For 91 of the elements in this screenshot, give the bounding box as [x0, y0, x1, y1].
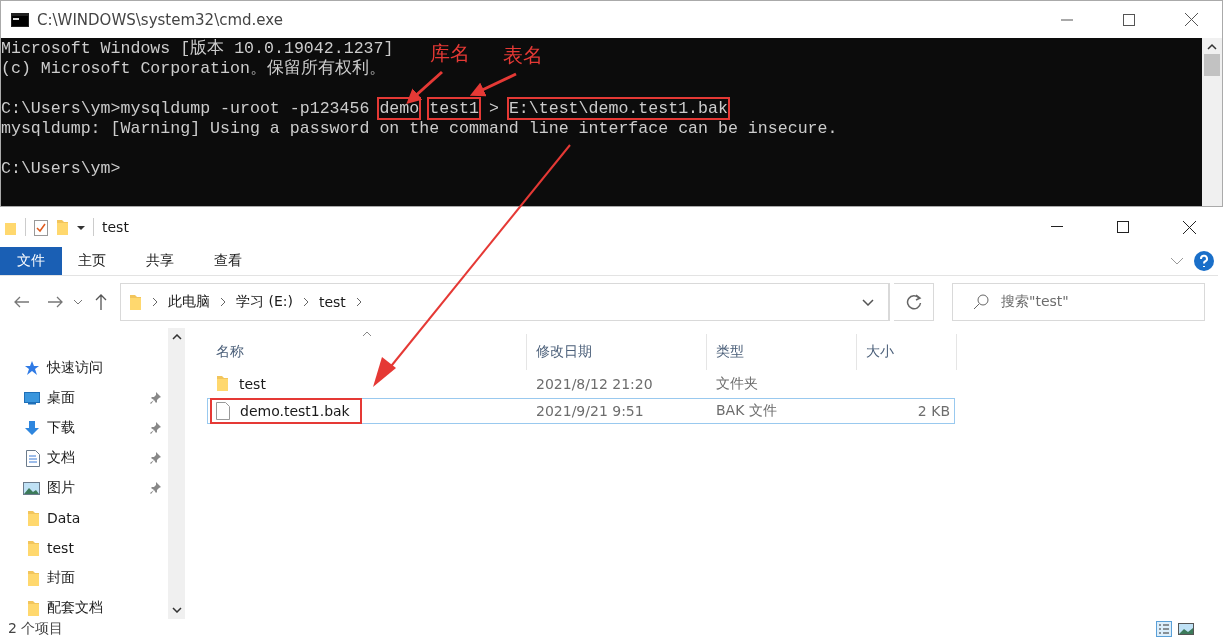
file-type: 文件夹: [716, 375, 758, 391]
console-text: C:\Users\ym>: [1, 159, 121, 178]
chevron-right-icon[interactable]: [355, 297, 362, 307]
folder-icon: [27, 569, 40, 587]
file-date: 2021/8/12 21:20: [536, 376, 653, 392]
file-name: demo.test1.bak: [240, 402, 350, 419]
address-bar[interactable]: 此电脑 学习 (E:) test: [120, 283, 890, 321]
nav-item[interactable]: 桌面: [47, 389, 75, 407]
details-view-icon[interactable]: [1156, 621, 1172, 637]
nav-item[interactable]: 文档: [47, 449, 75, 467]
download-icon: [24, 420, 40, 436]
recent-locations-icon[interactable]: [74, 299, 82, 305]
document-icon: [26, 449, 40, 467]
file-row[interactable]: test 2021/8/12 21:20 文件夹: [207, 371, 955, 397]
status-text: 2 个项目: [8, 620, 64, 638]
ribbon-tab[interactable]: 主页: [62, 247, 122, 275]
window-title: C:\WINDOWS\system32\cmd.exe: [37, 10, 284, 29]
star-icon: [24, 360, 40, 376]
console-text: demo: [379, 99, 420, 118]
sort-icon: [361, 331, 372, 337]
maximize-icon[interactable]: [1117, 221, 1129, 233]
pin-icon[interactable]: [149, 482, 161, 494]
up-icon[interactable]: [95, 294, 107, 310]
console-text: test1: [429, 99, 479, 118]
console-text: E:\test\demo.test1.bak: [508, 99, 728, 118]
scroll-up-icon[interactable]: [1207, 43, 1217, 51]
close-icon[interactable]: [1184, 13, 1198, 26]
console-text: Microsoft Windows [版本 10.0.19042.1237]: [1, 39, 394, 58]
pin-icon[interactable]: [149, 392, 161, 404]
ribbon-tab[interactable]: 查看: [198, 247, 258, 275]
nav-item[interactable]: 图片: [47, 479, 75, 497]
nav-item[interactable]: 下载: [47, 419, 75, 437]
chevron-right-icon[interactable]: [152, 297, 158, 307]
file-type: BAK 文件: [716, 402, 777, 418]
pictures-icon: [23, 481, 40, 495]
file-size: 2 KB: [917, 403, 950, 419]
search-icon: [973, 294, 989, 310]
nav-item[interactable]: Data: [47, 510, 81, 526]
dropdown-icon[interactable]: [862, 298, 874, 306]
file-name: test: [239, 375, 266, 392]
forward-icon[interactable]: [47, 296, 63, 308]
folder-icon: [27, 539, 40, 557]
file-row[interactable]: demo.test1.bak 2021/9/21 9:51 BAK 文件 2 KB: [207, 398, 955, 424]
chevron-right-icon[interactable]: [220, 297, 226, 307]
nav-item[interactable]: 封面: [47, 569, 75, 587]
dropdown-icon[interactable]: [77, 224, 85, 230]
pin-icon[interactable]: [149, 422, 161, 434]
column-header[interactable]: 修改日期: [536, 343, 592, 361]
nav-item[interactable]: test: [47, 540, 74, 556]
close-icon[interactable]: [1182, 220, 1196, 234]
breadcrumb-item[interactable]: test: [318, 294, 346, 310]
pin-icon[interactable]: [149, 452, 161, 464]
expand-ribbon-icon[interactable]: [1170, 257, 1184, 265]
scrollbar[interactable]: [1202, 38, 1222, 206]
file-tab[interactable]: 文件: [0, 247, 62, 275]
console-icon: [11, 12, 29, 27]
nav-item[interactable]: 快速访问: [47, 359, 103, 377]
maximize-icon[interactable]: [1123, 13, 1135, 26]
chevron-right-icon[interactable]: [302, 297, 309, 307]
console-text: C:\Users\ym>mysqldump -uroot -p123456: [1, 99, 370, 118]
console-text: (c) Microsoft Corporation。保留所有权利。: [1, 59, 386, 78]
folder-icon: [216, 375, 229, 392]
file-icon: [216, 401, 230, 420]
file-date: 2021/9/21 9:51: [536, 403, 644, 419]
minimize-icon[interactable]: [1051, 226, 1063, 228]
help-icon[interactable]: [1194, 251, 1214, 271]
console-text: >: [488, 99, 499, 118]
console-text: mysqldump: [Warning] Using a password on the command line interface can be insecure.: [1, 119, 838, 138]
ribbon-tab[interactable]: 共享: [130, 247, 190, 275]
folder-icon: [27, 509, 40, 527]
nav-item[interactable]: 配套文档: [47, 599, 103, 617]
window-title: test: [102, 219, 130, 235]
search-field[interactable]: 搜索"test": [952, 283, 1205, 321]
scrollbar[interactable]: [168, 328, 185, 619]
scrollbar-thumb[interactable]: [1204, 54, 1220, 76]
column-header[interactable]: 名称: [216, 343, 244, 361]
properties-icon[interactable]: [34, 218, 48, 236]
breadcrumb-item[interactable]: 此电脑: [168, 293, 210, 311]
column-header[interactable]: 类型: [716, 343, 744, 361]
annotation-label: 库名: [430, 40, 470, 67]
scroll-up-icon[interactable]: [171, 334, 182, 340]
breadcrumb-item[interactable]: 学习 (E:): [236, 293, 293, 311]
column-header[interactable]: 大小: [866, 343, 894, 361]
refresh-icon[interactable]: [905, 294, 922, 310]
thumbnail-view-icon[interactable]: [1178, 621, 1194, 637]
folder-icon: [129, 293, 142, 311]
back-icon[interactable]: [13, 296, 29, 308]
scroll-down-icon[interactable]: [171, 607, 182, 613]
desktop-icon: [24, 391, 40, 405]
annotation-label: 表名: [503, 42, 543, 69]
folder-icon: [27, 599, 40, 617]
